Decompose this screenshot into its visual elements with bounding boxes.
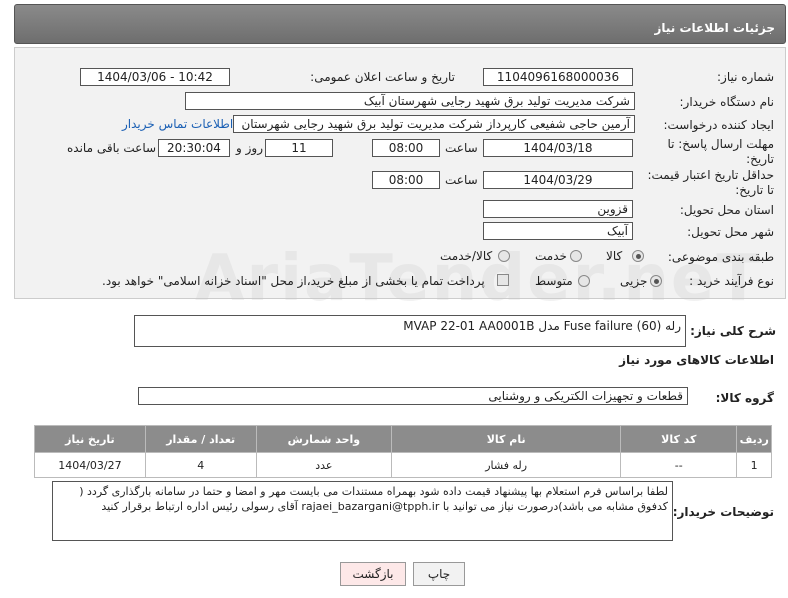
category-radio-goods[interactable] <box>632 250 644 262</box>
buyer-org-field: شرکت مدیریت تولید برق شهید رجایی شهرستان… <box>185 92 635 110</box>
category-label: طبقه بندی موضوعی: <box>667 250 774 264</box>
requester-field: آرمین حاجی شفیعی کارپرداز شرکت مدیریت تو… <box>233 115 635 133</box>
province-label: استان محل تحویل: <box>679 203 774 217</box>
days-label: روز و <box>236 141 263 155</box>
buyer-contact-link[interactable]: اطلاعات تماس خریدار <box>122 117 233 131</box>
page-title: جزئیات اطلاعات نیاز <box>654 21 775 35</box>
category-radio-service[interactable] <box>570 250 582 262</box>
process-radio-medium[interactable] <box>578 275 590 287</box>
goods-table: ردیف کد کالا نام کالا واحد شمارش تعداد /… <box>34 425 772 478</box>
validity-label-1: حداقل تاریخ اعتبار قیمت: <box>647 168 774 182</box>
deadline-label-1: مهلت ارسال پاسخ: تا <box>667 137 774 151</box>
col-unit: واحد شمارش <box>255 425 393 453</box>
table-header-row: ردیف کد کالا نام کالا واحد شمارش تعداد /… <box>34 425 772 453</box>
col-row: ردیف <box>736 425 772 453</box>
validity-label-2: تا تاریخ: <box>735 183 774 197</box>
cell-qty: 4 <box>144 452 257 478</box>
need-number-label: شماره نیاز: <box>717 70 774 84</box>
validity-hour-label: ساعت <box>445 173 478 187</box>
validity-time-field: 08:00 <box>372 171 440 189</box>
announce-field: 1404/03/06 - 10:42 <box>80 68 230 86</box>
col-date: تاریخ نیاز <box>34 425 146 453</box>
validity-date-field: 1404/03/29 <box>483 171 633 189</box>
category-option-service: خدمت <box>535 249 567 263</box>
requester-label: ایجاد کننده درخواست: <box>663 118 774 132</box>
goods-group-label: گروه کالا: <box>715 391 774 405</box>
deadline-hour-label: ساعت <box>445 141 478 155</box>
col-code: کد کالا <box>620 425 738 453</box>
back-button[interactable]: بازگشت <box>340 562 406 586</box>
description-field: رله (60) Fuse failure مدل MVAP 22-01 AA0… <box>134 315 686 347</box>
cell-date: 1404/03/27 <box>34 452 146 478</box>
deadline-time-field: 08:00 <box>372 139 440 157</box>
category-option-goods-service: کالا/خدمت <box>440 249 493 263</box>
buyer-org-label: نام دستگاه خریدار: <box>679 95 775 109</box>
city-label: شهر محل تحویل: <box>687 225 774 239</box>
province-field: قزوین <box>483 200 633 218</box>
table-row: 1 -- رله فشار عدد 4 1404/03/27 <box>34 452 772 478</box>
deadline-date-field: 1404/03/18 <box>483 139 633 157</box>
buyer-notes-field: لطفا براساس فرم استعلام بها پیشنهاد قیمت… <box>52 481 673 541</box>
col-name: نام کالا <box>391 425 622 453</box>
remaining-label: ساعت باقی مانده <box>67 141 157 155</box>
category-radio-goods-service[interactable] <box>498 250 510 262</box>
buyer-notes-label: توضیحات خریدار: <box>672 505 774 519</box>
description-label: شرح کلی نیاز: <box>690 324 776 338</box>
process-label: نوع فرآیند خرید : <box>689 274 774 288</box>
category-option-goods: کالا <box>606 249 623 263</box>
process-option-minor: جزیی <box>620 274 648 288</box>
need-number-field: 1104096168000036 <box>483 68 633 86</box>
panel-header: جزئیات اطلاعات نیاز <box>14 4 786 44</box>
payment-note: پرداخت تمام یا بخشی از مبلغ خرید،از محل … <box>102 274 485 288</box>
deadline-label-2: تاریخ: <box>746 152 774 166</box>
cell-name: رله فشار <box>391 452 622 478</box>
process-option-medium: متوسط <box>535 274 573 288</box>
cell-unit: عدد <box>255 452 393 478</box>
print-button[interactable]: چاپ <box>413 562 465 586</box>
cell-code: -- <box>620 452 738 478</box>
announce-label: تاریخ و ساعت اعلان عمومی: <box>310 70 455 84</box>
remaining-time-field: 20:30:04 <box>158 139 230 157</box>
city-field: آبیک <box>483 222 633 240</box>
col-qty: تعداد / مقدار <box>144 425 257 453</box>
process-radio-minor[interactable] <box>650 275 662 287</box>
days-field: 11 <box>265 139 333 157</box>
payment-checkbox[interactable] <box>497 274 509 286</box>
goods-section-title: اطلاعات کالاهای مورد نیاز <box>619 353 774 367</box>
goods-group-field: قطعات و تجهیزات الکتریکی و روشنایی <box>138 387 688 405</box>
cell-row: 1 <box>736 452 772 478</box>
